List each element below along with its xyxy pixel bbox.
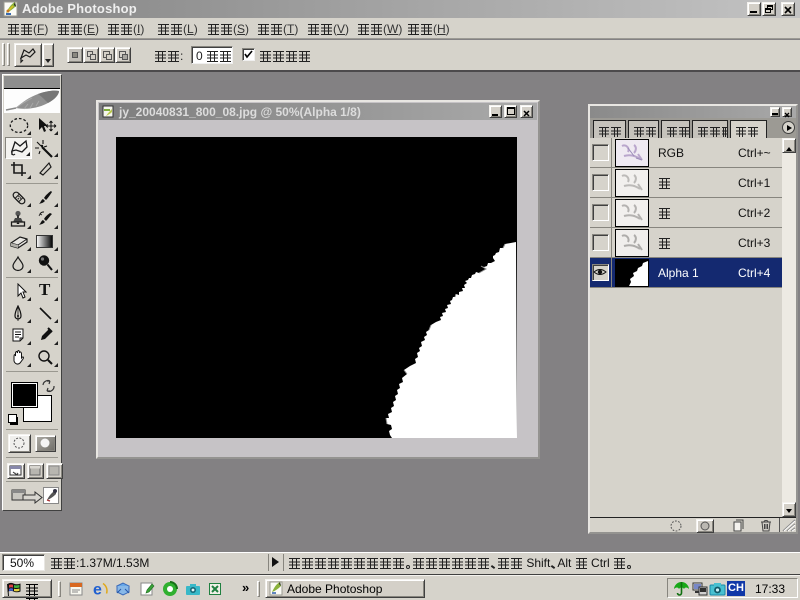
svg-text:e: e xyxy=(93,582,102,598)
